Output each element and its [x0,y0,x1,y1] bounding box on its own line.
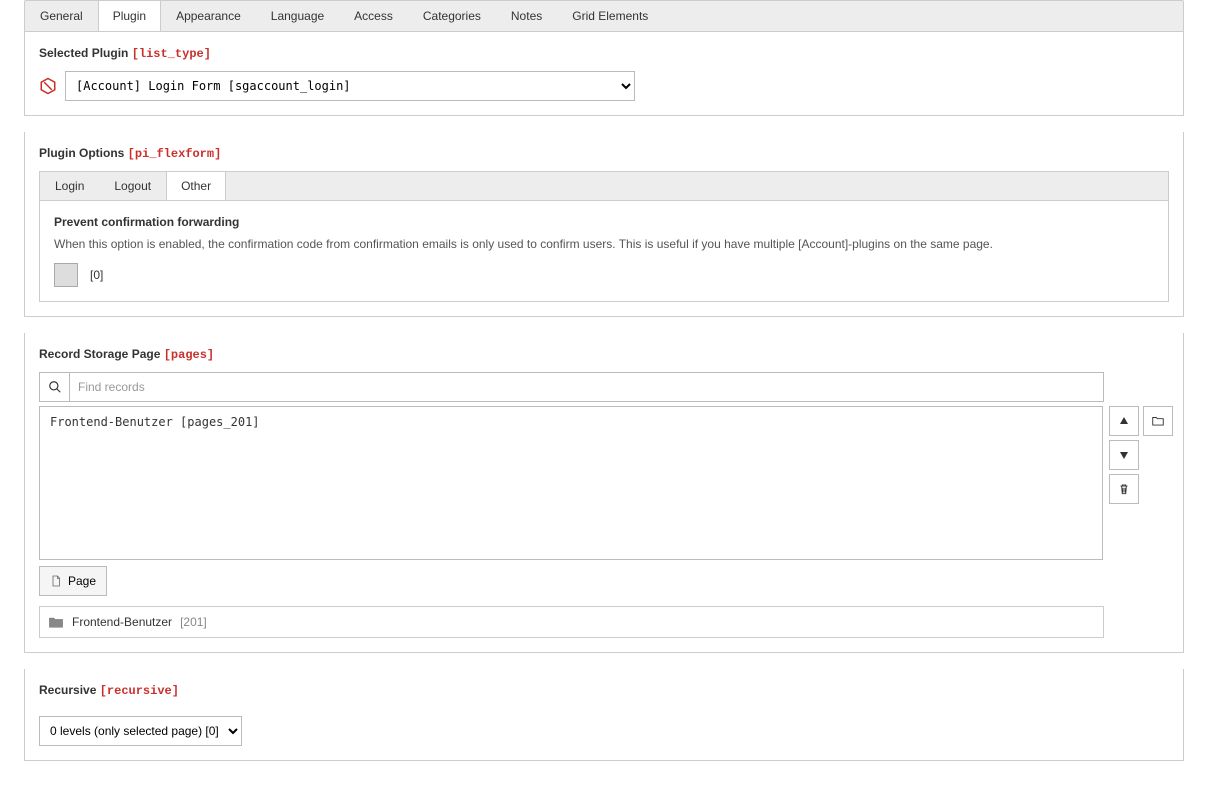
record-item[interactable]: Frontend-Benutzer [pages_201] [50,415,1092,429]
prevent-description: When this option is enabled, the confirm… [54,235,1154,253]
plugin-hexagon-icon [39,77,57,95]
record-storage-label: Record Storage Page [pages] [39,347,1169,362]
recursive-label: Recursive [recursive] [39,683,1169,698]
selected-record-name: Frontend-Benutzer [72,615,172,629]
search-icon [39,372,69,402]
selected-plugin-panel: Selected Plugin [list_type] [Account] Lo… [24,32,1184,116]
page-button[interactable]: Page [39,566,107,596]
page-icon [50,574,62,588]
record-storage-panel: Record Storage Page [pages] Frontend-Ben… [24,333,1184,653]
prevent-title: Prevent confirmation forwarding [54,215,1154,229]
move-up-button[interactable] [1109,406,1139,436]
prevent-checkbox[interactable] [54,263,78,287]
plugin-select[interactable]: [Account] Login Form [sgaccount_login] [65,71,635,101]
record-storage-key: [pages] [164,348,214,362]
subtab-login[interactable]: Login [40,172,99,200]
selected-plugin-label: Selected Plugin [list_type] [39,46,1169,61]
recursive-panel: Recursive [recursive] 0 levels (only sel… [24,669,1184,761]
plugin-options-content: Prevent confirmation forwarding When thi… [39,201,1169,302]
subtab-other[interactable]: Other [166,172,226,200]
plugin-options-panel: Plugin Options [pi_flexform] Login Logou… [24,132,1184,317]
main-tabs: General Plugin Appearance Language Acces… [24,0,1184,32]
selected-record-display: Frontend-Benutzer [201] [39,606,1104,638]
folder-icon [48,615,64,629]
plugin-options-key: [pi_flexform] [128,147,222,161]
plugin-options-tabs: Login Logout Other [39,171,1169,201]
record-list[interactable]: Frontend-Benutzer [pages_201] [39,406,1103,560]
recursive-select[interactable]: 0 levels (only selected page) [0] [39,716,242,746]
move-down-button[interactable] [1109,440,1139,470]
tab-access[interactable]: Access [339,1,408,31]
record-search-input[interactable] [69,372,1104,402]
selected-plugin-key: [list_type] [132,47,211,61]
tab-general[interactable]: General [25,1,98,31]
tab-plugin[interactable]: Plugin [98,1,161,31]
plugin-options-label: Plugin Options [pi_flexform] [39,146,1169,161]
prevent-value: [0] [90,268,103,282]
selected-record-id: [201] [180,615,207,629]
tab-categories[interactable]: Categories [408,1,496,31]
subtab-logout[interactable]: Logout [99,172,166,200]
tab-appearance[interactable]: Appearance [161,1,256,31]
tab-language[interactable]: Language [256,1,339,31]
recursive-key: [recursive] [100,684,179,698]
delete-button[interactable] [1109,474,1139,504]
tab-grid-elements[interactable]: Grid Elements [557,1,663,31]
browse-button[interactable] [1143,406,1173,436]
tab-notes[interactable]: Notes [496,1,557,31]
